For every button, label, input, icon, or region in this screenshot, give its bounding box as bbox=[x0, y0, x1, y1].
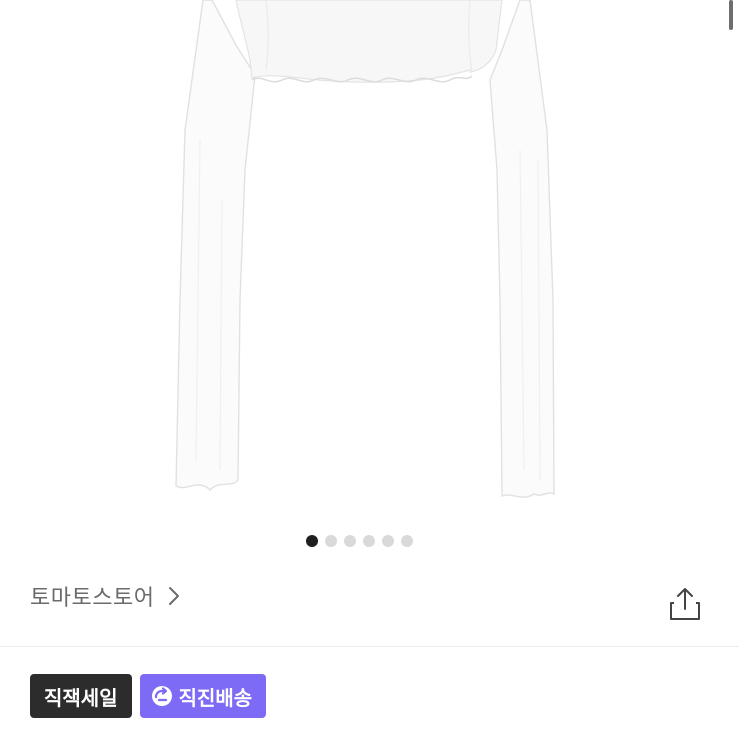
pagination-dot[interactable] bbox=[401, 535, 413, 547]
direct-delivery-badge: 직진배송 bbox=[139, 674, 267, 718]
image-pagination bbox=[0, 535, 729, 547]
chevron-right-icon bbox=[169, 587, 180, 605]
store-link[interactable]: 토마토스토어 bbox=[30, 580, 184, 612]
share-icon[interactable] bbox=[668, 586, 702, 622]
pagination-dot[interactable] bbox=[382, 535, 394, 547]
badge-row: 직잭세일 직진배송 bbox=[30, 674, 267, 718]
cardigan-photo bbox=[175, 0, 555, 498]
pagination-dot[interactable] bbox=[344, 535, 356, 547]
pagination-dot-active[interactable] bbox=[306, 535, 318, 547]
product-image[interactable] bbox=[0, 0, 739, 525]
direct-sale-badge: 직잭세일 bbox=[30, 674, 132, 718]
delivery-arrow-icon bbox=[151, 686, 172, 706]
pagination-dot[interactable] bbox=[363, 535, 375, 547]
divider bbox=[0, 646, 739, 647]
store-name: 토마토스토어 bbox=[30, 586, 155, 611]
scrollbar[interactable] bbox=[729, 0, 733, 30]
direct-sale-label: 직잭세일 bbox=[44, 685, 118, 710]
direct-delivery-label: 직진배송 bbox=[178, 685, 253, 710]
pagination-dot[interactable] bbox=[325, 535, 337, 547]
